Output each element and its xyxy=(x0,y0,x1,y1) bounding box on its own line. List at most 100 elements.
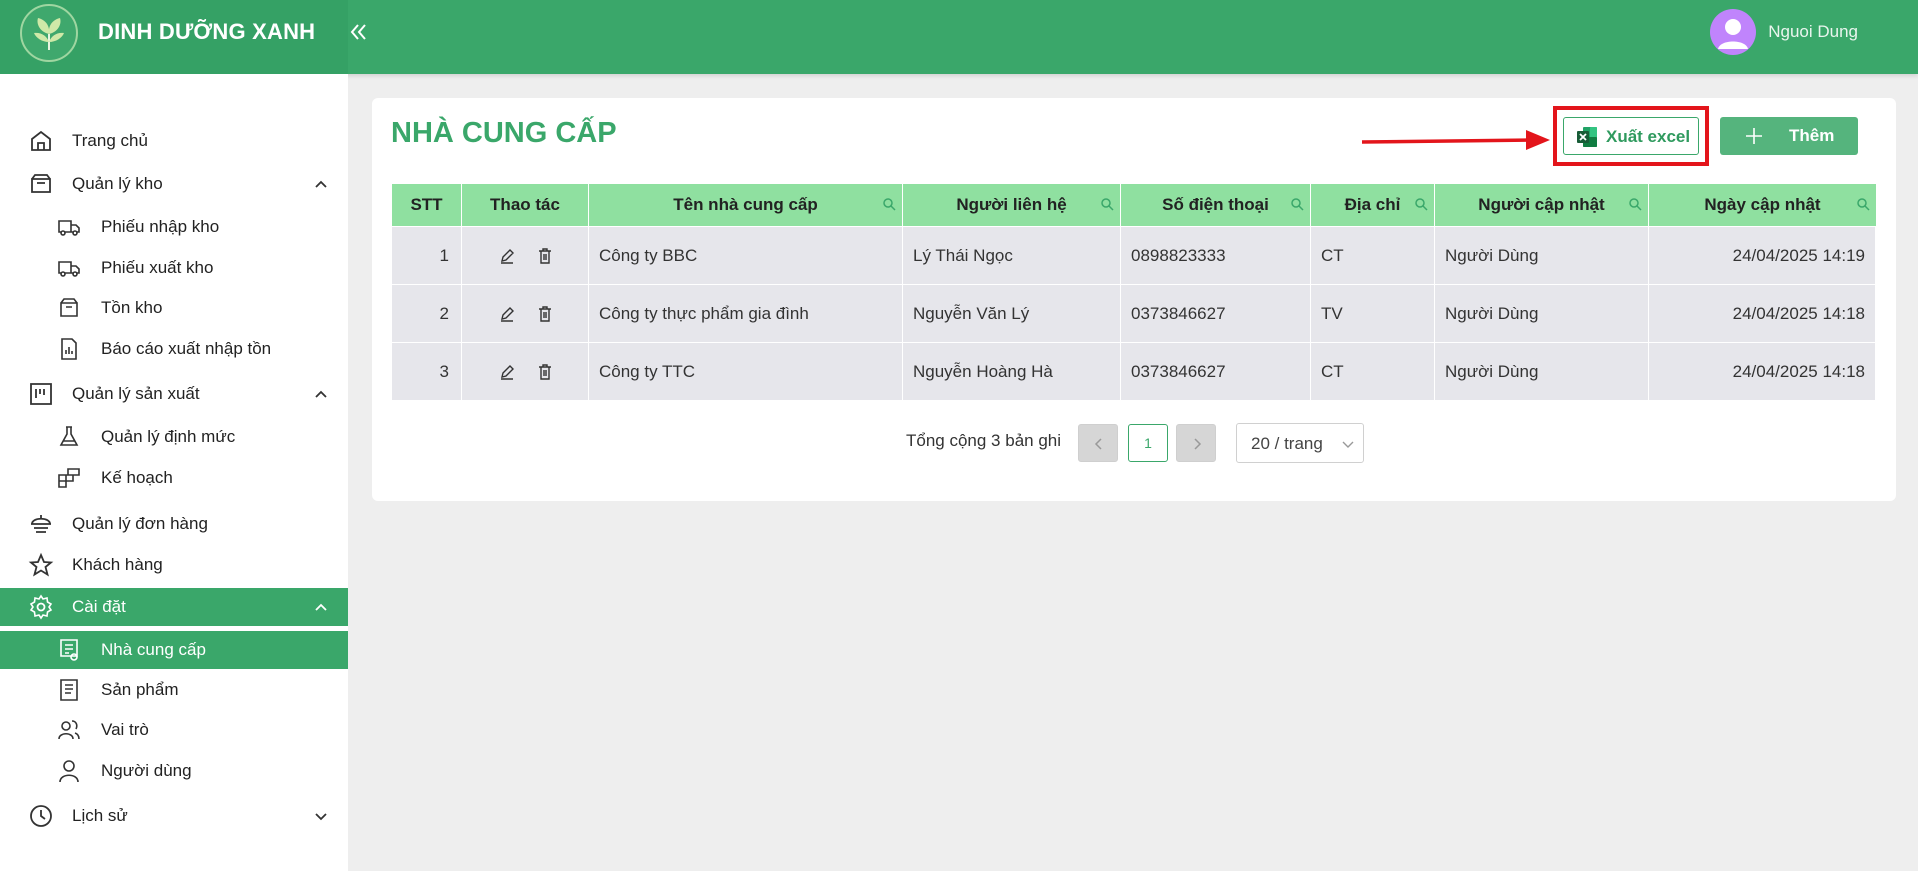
sidebar-item-settings[interactable]: Cài đặt xyxy=(0,588,348,626)
product-icon xyxy=(56,677,82,703)
user-menu[interactable]: Nguoi Dung xyxy=(1710,9,1858,55)
sidebar-item-label: Nhà cung cấp xyxy=(101,640,206,659)
page-size-select[interactable]: 20 / trang xyxy=(1236,423,1364,463)
table-row[interactable]: 1 Công ty BBC Lý Thái Ngọc 0898823333 CT Ngườ… xyxy=(392,226,1876,285)
cell-address: TV xyxy=(1311,285,1435,343)
sidebar: Trang chủ Quản lý kho Phiếu nhập kho Phiếu … xyxy=(0,74,348,871)
col-header-label: Ngày cập nhật xyxy=(1704,195,1821,214)
col-header-label: Tên nhà cung cấp xyxy=(673,195,818,214)
col-header-label: Người cập nhật xyxy=(1478,195,1605,214)
cell-address: CT xyxy=(1311,227,1435,285)
delete-icon[interactable] xyxy=(536,305,554,323)
sidebar-item-plan[interactable]: Kế hoạch xyxy=(0,460,348,496)
table-header: STT Thao tác Tên nhà cung cấp Người liên… xyxy=(392,184,1876,226)
sidebar-item-report[interactable]: Báo cáo xuất nhập tồn xyxy=(0,331,348,367)
cell-supplier-name: Công ty BBC xyxy=(589,227,903,285)
cell-address: CT xyxy=(1311,343,1435,401)
factory-icon xyxy=(28,381,54,407)
supplier-icon xyxy=(56,637,82,663)
sidebar-item-inventory[interactable]: Tồn kho xyxy=(0,290,348,326)
page-number-current[interactable]: 1 xyxy=(1128,424,1168,462)
chevron-down-icon[interactable] xyxy=(312,807,330,825)
search-icon[interactable] xyxy=(1628,197,1642,211)
table-row[interactable]: 3 Công ty TTC Nguyễn Hoàng Hà 0373846627 CT N… xyxy=(392,342,1876,401)
sidebar-item-history[interactable]: Lịch sử xyxy=(0,798,348,834)
col-header-address[interactable]: Địa chỉ xyxy=(1311,184,1435,226)
col-header-phone[interactable]: Số điện thoại xyxy=(1121,184,1311,226)
user-icon xyxy=(56,758,82,784)
sidebar-item-flask[interactable]: Quản lý định mức xyxy=(0,419,348,455)
cell-stt: 3 xyxy=(392,343,462,401)
leaf-logo-icon xyxy=(20,4,78,62)
cell-updated-by: Người Dùng xyxy=(1435,285,1649,343)
sidebar-item-truck-in[interactable]: Phiếu nhập kho xyxy=(0,209,348,245)
plus-icon xyxy=(1746,128,1762,144)
export-excel-button[interactable]: Xuất excel xyxy=(1563,117,1699,155)
sidebar-item-label: Quản lý sản xuất xyxy=(72,384,200,403)
inventory-icon xyxy=(56,295,82,321)
sidebar-item-home[interactable]: Trang chủ xyxy=(0,123,348,159)
cell-updated-by: Người Dùng xyxy=(1435,227,1649,285)
col-header-updated-by[interactable]: Người cập nhật xyxy=(1435,184,1649,226)
box-icon xyxy=(28,171,54,197)
col-header-stt: STT xyxy=(392,184,462,226)
search-icon[interactable] xyxy=(882,197,896,211)
delete-icon[interactable] xyxy=(536,247,554,265)
col-header-actions: Thao tác xyxy=(462,184,589,226)
cell-actions xyxy=(462,227,589,285)
col-header-name[interactable]: Tên nhà cung cấp xyxy=(589,184,903,226)
search-icon[interactable] xyxy=(1100,197,1114,211)
next-page-button[interactable] xyxy=(1176,424,1216,462)
edit-icon[interactable] xyxy=(498,247,516,265)
chevron-up-icon[interactable] xyxy=(312,385,330,403)
avatar xyxy=(1710,9,1757,55)
plan-icon xyxy=(56,465,82,491)
cell-updated-by: Người Dùng xyxy=(1435,343,1649,401)
cell-supplier-name: Công ty TTC xyxy=(589,343,903,401)
edit-icon[interactable] xyxy=(498,305,516,323)
settings-icon xyxy=(28,594,54,620)
collapse-sidebar-icon[interactable] xyxy=(348,20,370,44)
report-icon xyxy=(56,336,82,362)
cell-updated-at: 24/04/2025 14:18 xyxy=(1649,285,1876,343)
col-header-contact[interactable]: Người liên hệ xyxy=(903,184,1121,226)
sidebar-item-role[interactable]: Vai trò xyxy=(0,712,348,748)
add-label: Thêm xyxy=(1789,126,1835,145)
page-size-value: 20 / trang xyxy=(1251,434,1323,453)
home-icon xyxy=(28,128,54,154)
sidebar-item-star[interactable]: Khách hàng xyxy=(0,547,348,583)
truck-out-icon xyxy=(56,255,82,281)
sidebar-item-label: Người dùng xyxy=(101,761,192,780)
sidebar-item-label: Báo cáo xuất nhập tồn xyxy=(101,339,272,358)
orders-icon xyxy=(28,511,54,537)
sidebar-item-orders[interactable]: Quản lý đơn hàng xyxy=(0,506,348,542)
table-row[interactable]: 2 Công ty thực phẩm gia đình Nguyễn Văn Lý… xyxy=(392,284,1876,343)
prev-page-button[interactable] xyxy=(1078,424,1118,462)
chevron-up-icon[interactable] xyxy=(312,175,330,193)
total-records: Tổng cộng 3 bản ghi xyxy=(906,431,1062,450)
add-supplier-button[interactable]: Thêm xyxy=(1720,117,1858,155)
sidebar-item-user[interactable]: Người dùng xyxy=(0,753,348,789)
star-icon xyxy=(28,552,54,578)
sidebar-item-label: Cài đặt xyxy=(72,597,126,616)
col-header-updated-at[interactable]: Ngày cập nhật xyxy=(1649,184,1876,226)
chevron-up-icon[interactable] xyxy=(312,598,330,616)
search-icon[interactable] xyxy=(1290,197,1304,211)
edit-icon[interactable] xyxy=(498,363,516,381)
col-header-label: Người liên hệ xyxy=(956,195,1067,214)
brand-area[interactable]: DINH DƯỠNG XANH xyxy=(0,0,348,74)
sidebar-item-product[interactable]: Sản phẩm xyxy=(0,672,348,708)
history-icon xyxy=(28,803,54,829)
sidebar-item-label: Sản phẩm xyxy=(101,680,179,699)
chevron-right-icon xyxy=(1194,438,1202,450)
delete-icon[interactable] xyxy=(536,363,554,381)
user-name: Nguoi Dung xyxy=(1768,22,1858,41)
sidebar-item-box[interactable]: Quản lý kho xyxy=(0,166,348,202)
sidebar-item-truck-out[interactable]: Phiếu xuất kho xyxy=(0,250,348,286)
sidebar-item-supplier[interactable]: Nhà cung cấp xyxy=(0,631,348,669)
cell-updated-at: 24/04/2025 14:19 xyxy=(1649,227,1876,285)
cell-contact: Lý Thái Ngọc xyxy=(903,227,1121,285)
search-icon[interactable] xyxy=(1414,197,1428,211)
sidebar-item-factory[interactable]: Quản lý sản xuất xyxy=(0,376,348,412)
search-icon[interactable] xyxy=(1856,197,1870,211)
